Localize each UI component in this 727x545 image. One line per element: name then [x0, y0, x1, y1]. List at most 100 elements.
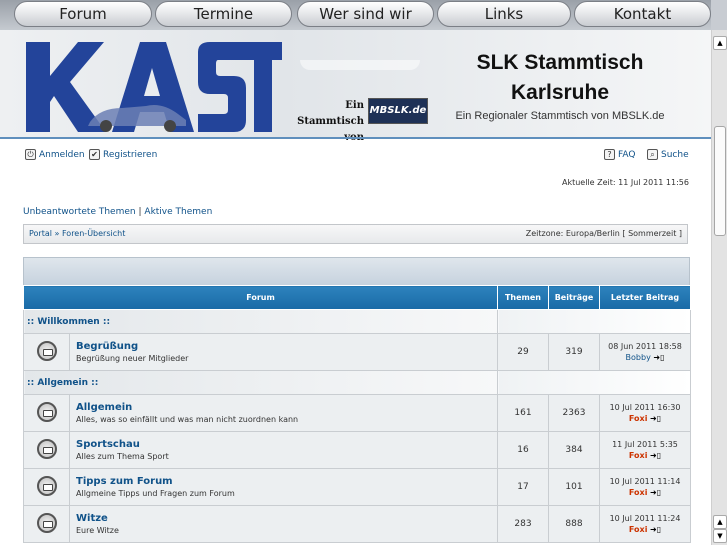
- forum-description: Alles, was so einfällt und was man nicht…: [76, 415, 299, 424]
- goto-last-post-icon[interactable]: ➜▯: [653, 353, 664, 362]
- breadcrumb-index[interactable]: Foren-Übersicht: [62, 229, 125, 238]
- forum-last-post: 10 Jul 2011 16:30 Foxi ➜▯: [599, 394, 691, 432]
- nav-tab-kontakt[interactable]: Kontakt: [574, 1, 711, 27]
- breadcrumb-portal[interactable]: Portal: [29, 229, 52, 238]
- forum-last-post: 10 Jul 2011 11:24 Foxi ➜▯: [599, 505, 691, 543]
- forum-icon-cell: [23, 468, 70, 506]
- last-post-date: 10 Jul 2011 16:30: [609, 403, 681, 412]
- login-label: Anmelden: [39, 149, 85, 160]
- last-post-date: 08 Jun 2011 18:58: [608, 342, 682, 351]
- register-link[interactable]: ✔ Registrieren: [89, 149, 157, 160]
- login-icon: ⏻: [25, 149, 36, 160]
- search-label: Suche: [661, 149, 689, 160]
- goto-last-post-icon[interactable]: ➜▯: [650, 414, 661, 423]
- forum-title[interactable]: Begrüßung: [76, 341, 497, 352]
- forum-title[interactable]: Allgemein: [76, 402, 497, 413]
- forum-last-post: 11 Jul 2011 5:35 Foxi ➜▯: [599, 431, 691, 469]
- forum-description: Eure Witze: [76, 526, 119, 535]
- nav-tab-termine[interactable]: Termine: [155, 1, 292, 27]
- faq-link[interactable]: ? FAQ: [604, 149, 635, 160]
- forum-icon-cell: [23, 431, 70, 469]
- forum-posts-count: 101: [548, 468, 600, 506]
- forum-topics-count: 16: [497, 431, 549, 469]
- last-post-date: 11 Jul 2011 5:35: [612, 440, 678, 449]
- forum-info: Begrüßung Begrüßung neuer Mitglieder: [69, 333, 498, 371]
- browser-viewport: Forum Termine Wer sind wir Links Kontakt: [0, 0, 727, 545]
- forum-read-icon: [36, 401, 57, 422]
- forum-info: Sportschau Alles zum Thema Sport: [69, 431, 498, 469]
- forum-last-post: 08 Jun 2011 18:58 Bobby ➜▯: [599, 333, 691, 371]
- logo-subtitle-line1: Ein Stammtisch: [297, 100, 364, 127]
- forum-icon-cell: [23, 505, 70, 543]
- forum-title[interactable]: Witze: [76, 513, 497, 524]
- forum-description: Allgmeine Tipps und Fragen zum Forum: [76, 489, 235, 498]
- forum-description: Alles zum Thema Sport: [76, 452, 169, 461]
- breadcrumb-bar: Portal » Foren-Übersicht Zeitzone: Europ…: [23, 224, 688, 244]
- register-label: Registrieren: [103, 149, 158, 160]
- forum-read-icon: [36, 512, 57, 533]
- last-post-user[interactable]: Foxi: [629, 525, 648, 534]
- last-post-user[interactable]: Foxi: [629, 488, 648, 497]
- last-post-date: 10 Jul 2011 11:14: [609, 477, 681, 486]
- last-post-user[interactable]: Bobby: [626, 353, 651, 362]
- page-content: Forum Termine Wer sind wir Links Kontakt: [0, 0, 711, 545]
- search-link[interactable]: ⌕ Suche: [647, 149, 689, 160]
- site-logo[interactable]: [20, 36, 282, 138]
- forum-icon-cell: [23, 333, 70, 371]
- scroll-up-arrow-icon[interactable]: ▲: [713, 36, 727, 50]
- header-swoosh: [300, 60, 420, 70]
- column-header-forum: Forum: [23, 285, 498, 310]
- current-time: Aktuelle Zeit: 11 Jul 2011 11:56: [561, 178, 689, 187]
- site-title: SLK Stammtisch Karlsruhe: [440, 48, 680, 108]
- forum-description: Begrüßung neuer Mitglieder: [76, 354, 189, 363]
- quick-links: Unbeantwortete Themen | Aktive Themen: [23, 207, 212, 217]
- goto-last-post-icon[interactable]: ➜▯: [650, 451, 661, 460]
- forum-posts-count: 888: [548, 505, 600, 543]
- timezone-info: Zeitzone: Europa/Berlin [ Sommerzeit ]: [525, 229, 682, 238]
- forum-table-header: Forum Themen Beiträge Letzter Beitrag: [23, 285, 691, 310]
- forum-table: Forum Themen Beiträge Letzter Beitrag ::…: [23, 285, 691, 543]
- scrollbar-corner: [711, 0, 727, 30]
- column-header-topics: Themen: [497, 285, 549, 310]
- category-row: :: Willkommen ::: [23, 309, 691, 334]
- site-title-line2: Karlsruhe: [510, 81, 610, 104]
- nav-tab-wer-sind-wir[interactable]: Wer sind wir: [297, 1, 434, 27]
- forum-topics-count: 283: [497, 505, 549, 543]
- scrollbar-thumb[interactable]: [714, 126, 726, 236]
- last-post-user[interactable]: Foxi: [629, 451, 648, 460]
- forum-read-icon: [36, 475, 57, 496]
- search-icon: ⌕: [647, 149, 658, 160]
- category-title[interactable]: :: Allgemein ::: [23, 370, 498, 395]
- goto-last-post-icon[interactable]: ➜▯: [650, 525, 661, 534]
- nav-tab-forum[interactable]: Forum: [14, 1, 152, 27]
- forum-info: Witze Eure Witze: [69, 505, 498, 543]
- mbslk-logo[interactable]: MBSLK.de: [368, 98, 428, 124]
- forum-title[interactable]: Tipps zum Forum: [76, 476, 497, 487]
- site-description: Ein Regionaler Stammtisch von MBSLK.de: [455, 110, 665, 122]
- forum-title[interactable]: Sportschau: [76, 439, 497, 450]
- scroll-up-arrow-icon-bottom[interactable]: ▲: [713, 515, 727, 529]
- site-header: Ein Stammtisch von MBSLK.de SLK Stammtis…: [0, 30, 711, 143]
- quick-links-separator: |: [138, 207, 142, 217]
- category-filler: [497, 370, 691, 395]
- column-header-last-post: Letzter Beitrag: [599, 285, 691, 310]
- forum-posts-count: 319: [548, 333, 600, 371]
- breadcrumb: Portal » Foren-Übersicht: [29, 229, 125, 238]
- category-title[interactable]: :: Willkommen ::: [23, 309, 498, 334]
- forum-topics-count: 17: [497, 468, 549, 506]
- unanswered-topics-link[interactable]: Unbeantwortete Themen: [23, 207, 136, 217]
- forum-posts-count: 384: [548, 431, 600, 469]
- forum-info: Allgemein Alles, was so einfällt und was…: [69, 394, 498, 432]
- forum-read-icon: [36, 340, 57, 361]
- forum-row: Begrüßung Begrüßung neuer Mitglieder 29 …: [23, 333, 691, 371]
- last-post-user[interactable]: Foxi: [629, 414, 648, 423]
- goto-last-post-icon[interactable]: ➜▯: [650, 488, 661, 497]
- active-topics-link[interactable]: Aktive Themen: [144, 207, 212, 217]
- forum-icon-cell: [23, 394, 70, 432]
- last-post-date: 10 Jul 2011 11:24: [609, 514, 681, 523]
- nav-tab-links[interactable]: Links: [437, 1, 571, 27]
- scroll-down-arrow-icon[interactable]: ▼: [713, 529, 727, 543]
- vertical-scrollbar[interactable]: ▲ ▲ ▼: [711, 30, 727, 545]
- category-filler: [497, 309, 691, 334]
- login-link[interactable]: ⏻ Anmelden: [25, 149, 85, 160]
